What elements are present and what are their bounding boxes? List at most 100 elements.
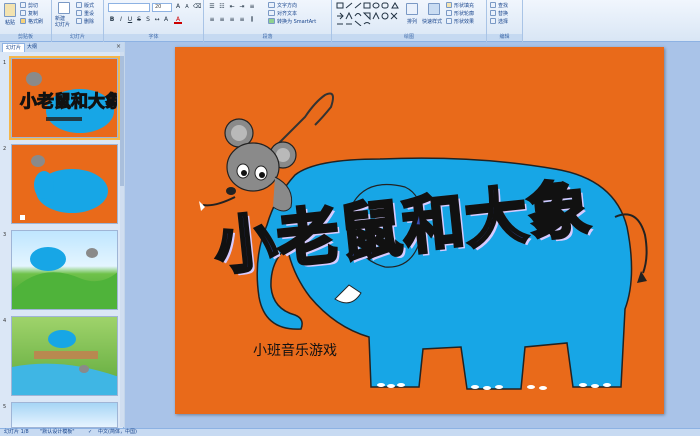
smartart-icon[interactable] (268, 18, 275, 24)
thumb-number: 2 (3, 146, 7, 152)
editing-group: 查找 替换 选择 编辑 (487, 0, 523, 42)
decrease-indent-icon[interactable]: ⇤ (228, 3, 236, 11)
slide-thumbnail-4[interactable] (11, 316, 118, 396)
reset-icon[interactable] (76, 10, 82, 16)
shadow-icon[interactable]: S (144, 16, 152, 24)
tab-slides[interactable]: 幻灯片 (2, 43, 26, 52)
bold-icon[interactable]: B (108, 16, 116, 24)
drawing-group-label: 绘图 (332, 34, 486, 41)
grow-font-icon[interactable]: A (174, 3, 182, 11)
panel-tabs: 幻灯片 大纲 × (0, 42, 124, 52)
justify-icon[interactable]: ≡ (238, 16, 246, 24)
slide-subtitle[interactable]: 小班音乐游戏 (253, 340, 337, 360)
tab-outline[interactable]: 大纲 (24, 43, 40, 52)
thumb-number: 5 (3, 404, 7, 410)
format-painter-icon[interactable] (20, 18, 26, 24)
shape-fill-icon[interactable] (446, 2, 452, 8)
shrink-font-icon[interactable]: A (183, 3, 191, 11)
slide-thumbnail-2[interactable] (11, 144, 118, 224)
quick-styles-icon[interactable] (428, 3, 440, 15)
theme-name: "默认设计模板" (40, 429, 75, 435)
paragraph-group-label: 段落 (204, 34, 331, 41)
slide-thumbnail-5[interactable] (11, 402, 118, 428)
line-spacing-icon[interactable]: ≡ (248, 3, 256, 11)
ribbon: 粘贴 剪切 复制 格式刷 剪贴板 新建 幻灯片 版式 重设 删除 幻灯片 20 … (0, 0, 700, 42)
font-group-label: 字体 (104, 34, 203, 41)
status-bar: 幻灯片 1/8 "默认设计模板" ✓ 中文(简体，中国) (0, 428, 700, 436)
paste-icon[interactable] (4, 3, 16, 17)
editing-group-label: 编辑 (487, 34, 522, 41)
slides-panel: 幻灯片 大纲 × 1 小老鼠和大象 2 3 4 5 (0, 42, 124, 428)
copy-button[interactable]: 复制 (28, 10, 38, 17)
delete-icon[interactable] (76, 18, 82, 24)
increase-indent-icon[interactable]: ⇥ (238, 3, 246, 11)
close-panel-icon[interactable]: × (116, 43, 121, 50)
replace-button[interactable]: 替换 (498, 10, 508, 17)
font-color-icon[interactable]: A (174, 16, 182, 24)
clipboard-group-label: 剪贴板 (0, 34, 51, 41)
font-size-select[interactable]: 20 (152, 3, 172, 12)
replace-icon[interactable] (490, 10, 496, 16)
paste-button[interactable]: 粘贴 (5, 19, 15, 26)
shape-outline-icon[interactable] (446, 10, 452, 16)
layout-icon[interactable] (76, 2, 82, 8)
align-text-button[interactable]: 对齐文本 (277, 10, 297, 17)
clear-format-icon[interactable]: ⌫ (193, 3, 201, 11)
thumb-number: 3 (3, 232, 7, 238)
shape-outline-button[interactable]: 形状轮廓 (454, 10, 474, 17)
layout-button[interactable]: 版式 (84, 2, 94, 9)
spacing-icon[interactable]: ↔ (153, 16, 161, 24)
thumb-1-art: 小老鼠和大象 (20, 72, 118, 133)
strikethrough-icon[interactable]: S (135, 16, 143, 24)
thumb-number: 1 (3, 60, 7, 66)
align-text-icon[interactable] (268, 10, 275, 16)
font-group: 20 A A ⌫ B I U S S ↔ A A 字体 (104, 0, 204, 42)
find-icon[interactable] (490, 2, 496, 8)
thumb-number: 4 (3, 318, 7, 324)
bullets-icon[interactable]: ☰ (208, 3, 216, 11)
cut-button[interactable]: 剪切 (28, 2, 38, 9)
select-button[interactable]: 选择 (498, 18, 508, 25)
paragraph-group: ☰ ☷ ⇤ ⇥ ≡ ≡ ≡ ≡ ≡ ⫼ 文字方向 对齐文本 转换为 SmartA… (204, 0, 332, 42)
select-icon[interactable] (490, 18, 496, 24)
arrange-button[interactable]: 排列 (407, 18, 417, 25)
italic-icon[interactable]: I (117, 16, 125, 24)
slide-thumbnail-1[interactable]: 小老鼠和大象 (9, 56, 120, 140)
text-direction-icon[interactable] (268, 2, 275, 8)
align-left-icon[interactable]: ≡ (208, 16, 216, 24)
shape-effects-icon[interactable] (446, 18, 452, 24)
copy-icon[interactable] (20, 10, 26, 16)
language-indicator[interactable]: 中文(简体，中国) (98, 429, 137, 436)
underline-icon[interactable]: U (126, 16, 134, 24)
thumb-3-art (12, 247, 117, 309)
arrange-icon[interactable] (406, 3, 418, 15)
quick-styles-button[interactable]: 快速样式 (422, 18, 442, 25)
shapes-gallery[interactable] (336, 2, 402, 26)
columns-icon[interactable]: ⫼ (248, 16, 256, 24)
thumb-2-art (20, 155, 108, 220)
thumb-4-art (12, 330, 117, 395)
new-slide-button[interactable]: 新建 幻灯片 (55, 16, 70, 28)
new-slide-icon[interactable] (58, 2, 70, 14)
shape-effects-button[interactable]: 形状效果 (454, 18, 474, 25)
find-button[interactable]: 查找 (498, 2, 508, 9)
format-painter-button[interactable]: 格式刷 (28, 18, 43, 25)
smartart-button[interactable]: 转换为 SmartArt (277, 18, 316, 25)
slide-canvas[interactable]: 小老鼠和大象 小班音乐游戏 (175, 47, 664, 414)
font-name-select[interactable] (108, 3, 150, 12)
delete-button[interactable]: 删除 (84, 18, 94, 25)
slide-counter: 幻灯片 1/8 (4, 429, 29, 435)
panel-scrollbar-thumb[interactable] (120, 56, 124, 186)
slide-thumbnail-3[interactable] (11, 230, 118, 310)
align-center-icon[interactable]: ≡ (218, 16, 226, 24)
align-right-icon[interactable]: ≡ (228, 16, 236, 24)
reset-button[interactable]: 重设 (84, 10, 94, 17)
case-icon[interactable]: A (162, 16, 170, 24)
thumb-1-title: 小老鼠和大象 (20, 91, 118, 112)
clipboard-group: 粘贴 剪切 复制 格式刷 剪贴板 (0, 0, 52, 42)
cut-icon[interactable] (20, 2, 26, 8)
shape-fill-button[interactable]: 形状填充 (454, 2, 474, 9)
text-direction-button[interactable]: 文字方向 (277, 2, 297, 9)
numbering-icon[interactable]: ☷ (218, 3, 226, 11)
spellcheck-icon[interactable]: ✓ (88, 429, 92, 436)
